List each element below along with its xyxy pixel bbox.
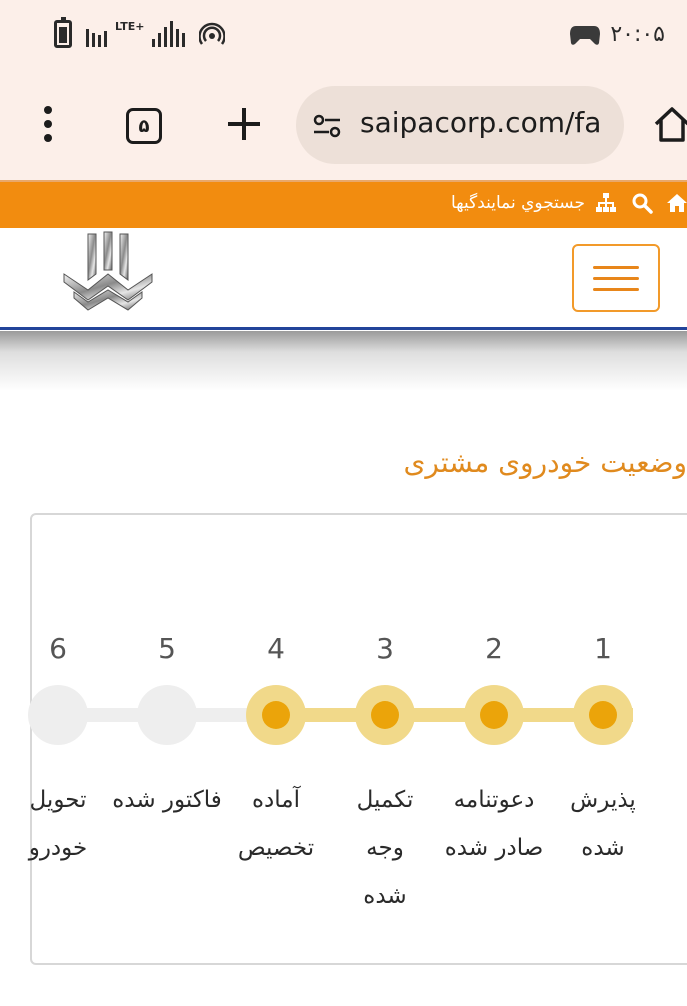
more-menu-icon[interactable] bbox=[38, 104, 58, 144]
step-marker bbox=[464, 685, 524, 745]
home-icon[interactable] bbox=[652, 104, 687, 144]
url-text[interactable]: saipacorp.com/fa bbox=[360, 106, 601, 139]
step-marker bbox=[246, 685, 306, 745]
status-time: ۲۰:۰۵ bbox=[610, 22, 665, 47]
address-bar[interactable]: saipacorp.com/fa bbox=[296, 86, 624, 164]
step-label: تحویل خودرو bbox=[28, 787, 88, 861]
hamburger-line bbox=[593, 276, 639, 280]
page-title: وضعیت خودروی مشتری bbox=[403, 446, 687, 479]
step-marker-dot bbox=[480, 701, 508, 729]
step-label: پذیرش شده bbox=[570, 787, 636, 861]
step-marker bbox=[137, 685, 197, 745]
battery-icon bbox=[54, 17, 72, 48]
strip-links: جستجوي نمايندگيها bbox=[451, 192, 687, 214]
tab-count: ۵ bbox=[138, 115, 150, 137]
step-marker-dot bbox=[371, 701, 399, 729]
browser-toolbar: ۵ saipacorp.com/fa bbox=[0, 80, 687, 180]
site-header bbox=[0, 228, 687, 330]
step-marker-dot bbox=[262, 701, 290, 729]
tab-switcher-button[interactable]: ۵ bbox=[126, 108, 162, 144]
hamburger-line bbox=[593, 265, 639, 269]
signal-icon-2 bbox=[152, 21, 186, 47]
signal-icon bbox=[86, 21, 107, 47]
step-number: 1 bbox=[594, 632, 612, 665]
new-tab-icon[interactable] bbox=[226, 106, 262, 142]
hamburger-line bbox=[593, 287, 639, 291]
search-icon[interactable] bbox=[631, 192, 653, 214]
gamepad-icon bbox=[570, 25, 601, 45]
step-label: تکمیل وجه شده bbox=[356, 787, 414, 909]
step-number: 2 bbox=[485, 632, 503, 665]
step-marker bbox=[573, 685, 633, 745]
home-icon[interactable] bbox=[667, 192, 687, 214]
step-marker-dot bbox=[589, 701, 617, 729]
menu-toggle-button[interactable] bbox=[572, 244, 660, 312]
saipa-logo-icon[interactable] bbox=[60, 230, 156, 314]
dealer-search-link[interactable]: جستجوي نمايندگيها bbox=[451, 193, 585, 213]
step-number: 5 bbox=[158, 632, 176, 665]
header-shadow bbox=[0, 331, 687, 391]
site-settings-icon[interactable] bbox=[312, 111, 342, 141]
hotspot-icon bbox=[199, 22, 226, 45]
network-type: LTE+ bbox=[115, 19, 145, 33]
step-number: 4 bbox=[267, 632, 285, 665]
status-indicators: LTE+ bbox=[54, 17, 226, 48]
status-clock-area: ۲۰:۰۵ bbox=[570, 22, 665, 47]
site-top-strip: جستجوي نمايندگيها bbox=[0, 180, 687, 228]
step-label: آماده تخصیص bbox=[237, 787, 315, 861]
step-label: دعوتنامه صادر شده bbox=[444, 787, 544, 861]
status-bar: LTE+ ۲۰:۰۵ bbox=[0, 0, 687, 80]
step-marker bbox=[28, 685, 88, 745]
step-number: 3 bbox=[376, 632, 394, 665]
step-label: فاکتور شده bbox=[112, 787, 222, 813]
step-number: 6 bbox=[49, 632, 67, 665]
sitemap-icon[interactable] bbox=[595, 192, 617, 214]
step-marker bbox=[355, 685, 415, 745]
